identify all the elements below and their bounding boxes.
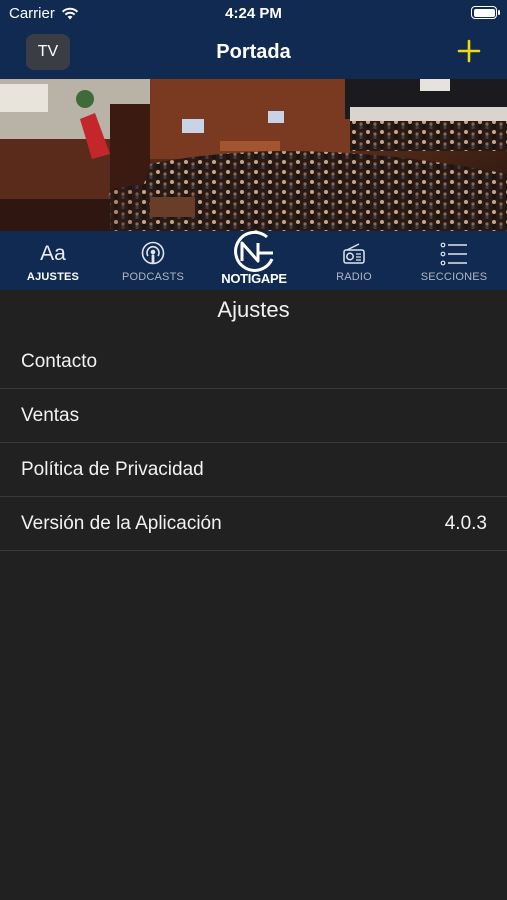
settings-panel: Ajustes Contacto Ventas Política de Priv… (0, 290, 507, 900)
radio-icon (343, 243, 365, 264)
tab-label: PODCASTS (121, 271, 185, 283)
app-version-value: 4.0.3 (444, 512, 487, 534)
row-label: Política de Privacidad (21, 458, 204, 480)
tab-label: SECCIONES (420, 271, 488, 283)
hero-photo (0, 79, 507, 231)
tab-radio[interactable]: RADIO (304, 231, 404, 290)
add-icon[interactable] (457, 39, 481, 63)
list-icon (440, 242, 467, 266)
text-size-icon: Aa (40, 242, 66, 265)
settings-row-ventas[interactable]: Ventas (0, 389, 507, 443)
settings-title: Ajustes (217, 297, 290, 322)
settings-row-app-version: Versión de la Aplicación 4.0.3 (0, 497, 507, 551)
page-title: Portada (216, 41, 291, 63)
hero-image[interactable] (0, 79, 507, 231)
status-time: 4:24 PM (225, 5, 282, 22)
settings-row-contacto[interactable]: Contacto (0, 335, 507, 389)
tab-label: RADIO (336, 271, 372, 283)
navigation-bar: TV Portada (0, 28, 507, 79)
tab-label: AJUSTES (26, 271, 80, 283)
logo-text: NOTIGAPE (221, 271, 287, 286)
podcast-icon (141, 241, 165, 265)
tab-ajustes[interactable]: Aa AJUSTES (3, 231, 103, 290)
row-label: Contacto (21, 350, 98, 372)
notigape-logo[interactable]: NOTIGAPE (219, 229, 289, 291)
row-label: Ventas (21, 404, 80, 426)
notigape-logo-icon (234, 230, 274, 272)
tab-secciones[interactable]: SECCIONES (404, 231, 504, 290)
row-label: Versión de la Aplicación (21, 512, 222, 534)
settings-row-privacy-policy[interactable]: Política de Privacidad (0, 443, 507, 497)
tab-podcasts[interactable]: PODCASTS (103, 231, 203, 290)
status-bar: Carrier 4:24 PM (0, 0, 507, 28)
battery-icon (471, 6, 500, 19)
